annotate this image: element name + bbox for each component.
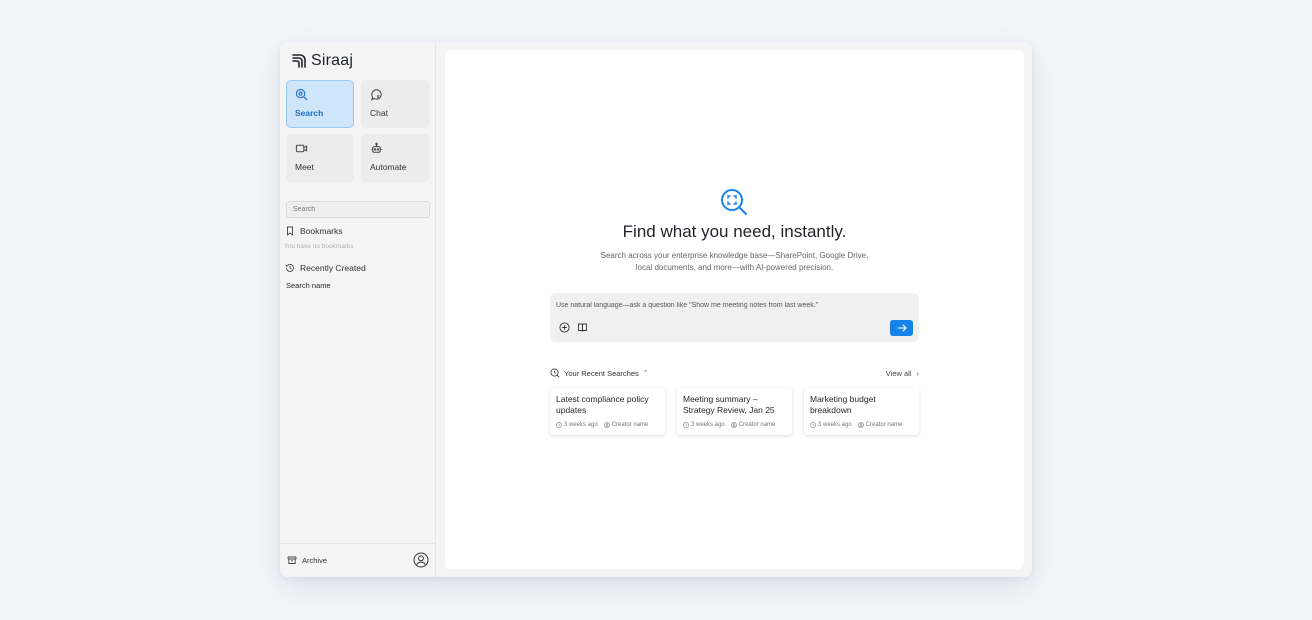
recently-created-section[interactable]: Recently Created	[285, 263, 366, 273]
mode-grid: Search Chat Meet Automate	[286, 80, 430, 182]
chat-icon	[371, 89, 382, 101]
archive-icon	[287, 556, 297, 564]
archive-button[interactable]: Archive	[287, 555, 327, 565]
user-icon	[857, 422, 864, 428]
card-meta: 3 weeks ago Creator name	[556, 422, 648, 428]
clock-icon	[683, 422, 689, 428]
search-focus-icon	[721, 189, 747, 215]
recently-created-label: Recently Created	[300, 263, 366, 273]
app-logo[interactable]: Siraaj	[291, 52, 353, 70]
page-subtitle: Search across your enterprise knowledge …	[600, 251, 869, 272]
bookmarks-label: Bookmarks	[300, 226, 343, 236]
recent-searches-list: Latest compliance policy updates 3 weeks…	[550, 388, 919, 435]
page-title: Find what you need, instantly.	[622, 222, 847, 241]
mode-tile-automate[interactable]: Automate	[361, 134, 429, 182]
card-time: 3 weeks ago	[564, 422, 598, 428]
search-history-icon	[550, 368, 560, 378]
search-icon	[295, 88, 308, 101]
app-window: Siraaj Search Chat Meet Automate Search …	[280, 42, 1032, 577]
archive-label: Archive	[302, 555, 328, 565]
robot-icon	[371, 142, 382, 153]
user-avatar-icon[interactable]	[413, 552, 429, 568]
main-panel: Find what you need, instantly. Search ac…	[445, 50, 1024, 569]
card-meta: 3 weeks ago Creator name	[810, 422, 902, 428]
card-title: Meeting summary – Strategy Review, Jan 2…	[683, 394, 775, 415]
view-all-link[interactable]: View all ›	[886, 369, 919, 378]
card-creator: Creator name	[738, 422, 776, 428]
card-meta: 3 weeks ago Creator name	[683, 422, 775, 428]
view-all-label: View all	[885, 369, 912, 378]
sidebar-footer: Archive	[280, 543, 436, 577]
bookmark-icon	[287, 226, 293, 236]
mode-tile-chat[interactable]: Chat	[361, 80, 429, 128]
mode-label: Meet	[295, 162, 314, 172]
add-icon[interactable]	[559, 322, 570, 333]
user-icon	[603, 422, 610, 428]
siraaj-logo-icon	[292, 54, 306, 68]
recent-search-card[interactable]: Meeting summary – Strategy Review, Jan 2…	[677, 388, 792, 435]
clock-icon	[556, 422, 562, 428]
card-title: Latest compliance policy updates	[556, 394, 649, 415]
card-creator: Creator name	[611, 422, 649, 428]
recent-item[interactable]: Search name	[286, 281, 331, 290]
sidebar-search-input[interactable]	[286, 201, 430, 218]
user-icon	[730, 422, 737, 428]
card-creator: Creator name	[865, 422, 903, 428]
recent-searches-header: Your Recent Searches ⌃ View all ›	[550, 368, 919, 380]
recent-search-card[interactable]: Latest compliance policy updates 3 weeks…	[550, 388, 665, 435]
app-name: Siraaj	[311, 52, 354, 69]
query-input[interactable]	[556, 299, 906, 311]
video-icon	[295, 144, 308, 153]
mode-label: Search	[295, 108, 324, 118]
arrow-right-icon	[896, 324, 907, 332]
sidebar: Siraaj Search Chat Meet Automate Search …	[280, 42, 436, 577]
mode-tile-search[interactable]: Search	[286, 80, 354, 128]
recent-searches-title: Your Recent Searches	[564, 368, 639, 378]
query-box	[550, 293, 919, 342]
knowledge-base-icon[interactable]	[577, 322, 588, 333]
chevron-right-icon: ›	[916, 369, 920, 378]
send-button[interactable]	[890, 320, 913, 336]
bookmarks-empty-note: You have no bookmarks	[284, 243, 354, 250]
card-time: 3 weeks ago	[691, 422, 725, 428]
history-icon	[285, 264, 294, 272]
chevron-up-icon: ⌃	[642, 370, 649, 377]
recent-search-card[interactable]: Marketing budget breakdown 3 weeks ago C…	[804, 388, 919, 435]
card-title: Marketing budget breakdown	[810, 394, 876, 415]
mode-tile-meet[interactable]: Meet	[286, 134, 354, 182]
mode-label: Automate	[370, 162, 407, 172]
card-time: 3 weeks ago	[818, 422, 852, 428]
mode-label: Chat	[370, 108, 388, 118]
clock-icon	[810, 422, 816, 428]
recent-searches-toggle[interactable]: Your Recent Searches ⌃	[550, 368, 649, 378]
bookmarks-section[interactable]: Bookmarks	[285, 226, 343, 236]
